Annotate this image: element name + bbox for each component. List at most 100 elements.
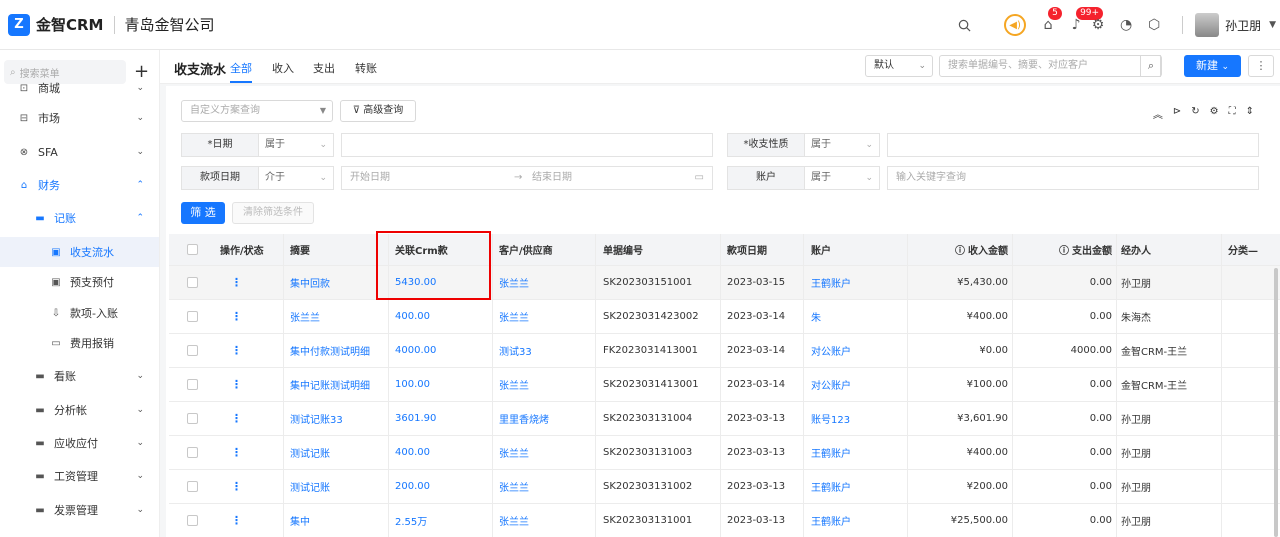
row-checkbox[interactable] [187, 402, 198, 435]
cell-crm-amount[interactable]: 400.00 [395, 300, 430, 333]
cell-customer[interactable]: 张兰兰 [499, 300, 529, 333]
table-row[interactable]: ⋮ 集中付款测试明细 4000.00 测试33 FK2023031413001 2023-… [169, 334, 1280, 368]
cell-account[interactable]: 王鹤账户 [811, 266, 851, 299]
table-row[interactable]: ⋮ 测试记账 200.00 张兰兰 SK202303131002 2023-03-13 王鹤… [169, 470, 1280, 504]
cell-customer[interactable]: 张兰兰 [499, 504, 529, 537]
row-actions-icon[interactable]: ⋮ [231, 402, 242, 435]
cell-crm-amount[interactable]: 3601.90 [395, 402, 436, 435]
sidebar-item-bookkeeping[interactable]: ▬ 记账 ⌃ [0, 203, 159, 233]
table-row[interactable]: ⋮ 集中 2.55万 张兰兰 SK202303131001 2023-03-13 王鹤账户 ¥… [169, 504, 1280, 537]
cell-account[interactable]: 朱 [811, 300, 821, 333]
cell-summary[interactable]: 测试记账33 [290, 402, 343, 435]
col-header-account[interactable]: 账户 [811, 234, 831, 265]
cell-crm-amount[interactable]: 2.55万 [395, 504, 427, 537]
nature-operator-select[interactable]: 属于 ⌄ [804, 133, 880, 157]
cell-customer[interactable]: 张兰兰 [499, 470, 529, 503]
new-button[interactable]: 新建 ⌄ [1184, 55, 1241, 77]
row-checkbox[interactable] [187, 300, 198, 333]
date-operator-select[interactable]: 属于 ⌄ [258, 133, 334, 157]
row-checkbox[interactable] [187, 334, 198, 367]
search-icon[interactable]: ⌕ [1140, 55, 1162, 77]
table-row[interactable]: ⋮ 集中记账测试明细 100.00 张兰兰 SK2023031413001 2023-03… [169, 368, 1280, 402]
filter-button[interactable]: 筛 选 [181, 202, 225, 224]
cell-customer[interactable]: 测试33 [499, 334, 532, 367]
row-actions-icon[interactable]: ⋮ [231, 300, 242, 333]
row-actions-icon[interactable]: ⋮ [231, 470, 242, 503]
cell-crm-amount[interactable]: 400.00 [395, 436, 430, 469]
cell-summary[interactable]: 张兰兰 [290, 300, 320, 333]
company-name[interactable]: 青岛金智公司 [125, 14, 215, 35]
vertical-scrollbar[interactable] [1274, 268, 1278, 537]
col-header-handler[interactable]: 经办人 [1121, 234, 1151, 265]
table-row[interactable]: ⋮ 张兰兰 400.00 张兰兰 SK2023031423002 2023-03-14 朱 ¥… [169, 300, 1280, 334]
row-checkbox[interactable] [187, 504, 198, 537]
row-actions-icon[interactable]: ⋮ [231, 368, 242, 401]
cell-account[interactable]: 王鹤账户 [811, 470, 851, 503]
username[interactable]: 孙卫朋 [1225, 17, 1261, 34]
due-date-operator-select[interactable]: 介于 ⌄ [258, 166, 334, 190]
col-header-expense[interactable]: ⓘ 支出金额 [1019, 234, 1112, 265]
row-checkbox[interactable] [187, 266, 198, 299]
table-row[interactable]: ⋮ 测试记账 400.00 张兰兰 SK202303131003 2023-03-13 王鹤… [169, 436, 1280, 470]
announcement-icon[interactable]: ◀) [1004, 14, 1027, 36]
sidebar-item-receivables[interactable]: ▬ 应收应付 ⌄ [0, 428, 159, 458]
shield-icon[interactable]: ⬡ [1144, 15, 1164, 35]
cell-crm-amount[interactable]: 200.00 [395, 470, 430, 503]
cell-account[interactable]: 账号123 [811, 402, 850, 435]
cell-customer[interactable]: 里里香烧烤 [499, 402, 549, 435]
bell-icon[interactable]: ♪ 99+ [1066, 7, 1104, 35]
cell-crm-amount[interactable]: 4000.00 [395, 334, 436, 367]
nature-filter-input[interactable] [887, 133, 1259, 157]
refresh-icon[interactable]: ↻ [1191, 106, 1199, 121]
sidebar-item-view-accounts[interactable]: ▬ 看账 ⌄ [0, 361, 159, 391]
cell-customer[interactable]: 张兰兰 [499, 368, 529, 401]
avatar[interactable] [1195, 13, 1220, 37]
filter-scheme-select[interactable]: 自定义方案查询 ▼ [181, 100, 333, 122]
mail-icon[interactable]: ⌂ 5 [1038, 7, 1062, 35]
col-header-category[interactable]: 分类— [1228, 234, 1258, 265]
cell-summary[interactable]: 集中 [290, 504, 310, 537]
play-icon[interactable]: ⊳ [1173, 106, 1181, 121]
sidebar-item-finance[interactable]: ⌂ 财务 ⌃ [0, 170, 159, 200]
cell-summary[interactable]: 测试记账 [290, 470, 330, 503]
table-row[interactable]: ⋮ 集中回款 5430.00 张兰兰 SK202303151001 2023-03-15 王… [169, 266, 1280, 300]
cell-summary[interactable]: 集中记账测试明细 [290, 368, 370, 401]
col-header-doc-number[interactable]: 单据编号 [603, 234, 643, 265]
row-checkbox[interactable] [187, 470, 198, 503]
tab-transfer[interactable]: 转账 [355, 60, 377, 76]
cell-customer[interactable]: 张兰兰 [499, 436, 529, 469]
col-header-summary[interactable]: 摘要 [290, 234, 310, 265]
select-all-checkbox[interactable] [187, 234, 198, 265]
sidebar-item-analysis[interactable]: ▬ 分析帐 ⌄ [0, 395, 159, 425]
sidebar-item-market[interactable]: ⊟ 市场 ⌄ [0, 103, 159, 133]
tab-all[interactable]: 全部 [230, 60, 252, 76]
search-input[interactable]: 搜索单据编号、摘要、对应客户 [939, 55, 1161, 77]
row-checkbox[interactable] [187, 436, 198, 469]
cell-summary[interactable]: 集中付款测试明细 [290, 334, 370, 367]
clear-filter-button[interactable]: 清除筛选条件 [232, 202, 314, 224]
settings-icon[interactable]: ⚙ [1210, 106, 1219, 121]
date-range-input[interactable]: 开始日期 → 结束日期 ▭ [341, 166, 713, 190]
col-header-customer[interactable]: 客户/供应商 [499, 234, 553, 265]
cell-summary[interactable]: 集中回款 [290, 266, 330, 299]
sidebar-item-expense[interactable]: ▭ 费用报销 [0, 328, 159, 358]
cell-account[interactable]: 王鹤账户 [811, 504, 851, 537]
row-actions-icon[interactable]: ⋮ [231, 334, 242, 367]
sidebar-item-payment-entry[interactable]: ⇩ 款项-入账 [0, 298, 159, 328]
row-checkbox[interactable] [187, 368, 198, 401]
search-icon[interactable] [954, 15, 974, 35]
keyword-input[interactable]: 输入关键字查询 [887, 166, 1259, 190]
table-row[interactable]: ⋮ 测试记账33 3601.90 里里香烧烤 SK2023031310​04 2023-0… [169, 402, 1280, 436]
cell-customer[interactable]: 张兰兰 [499, 266, 529, 299]
col-header-income[interactable]: ⓘ 收入金额 [914, 234, 1008, 265]
sidebar-item-store[interactable]: ⊡ 商城 ⌄ [0, 80, 159, 96]
more-button[interactable]: ⋮ [1248, 55, 1274, 77]
settings-icon[interactable]: ⚙ [1088, 15, 1108, 35]
cell-account[interactable]: 对公账户 [811, 368, 851, 401]
row-actions-icon[interactable]: ⋮ [231, 266, 242, 299]
row-actions-icon[interactable]: ⋮ [231, 436, 242, 469]
sidebar-item-prepay[interactable]: ▣ 预支预付 [0, 267, 159, 297]
cell-account[interactable]: 对公账户 [811, 334, 851, 367]
cell-account[interactable]: 王鹤账户 [811, 436, 851, 469]
chart-icon[interactable]: ◔ [1116, 15, 1136, 35]
